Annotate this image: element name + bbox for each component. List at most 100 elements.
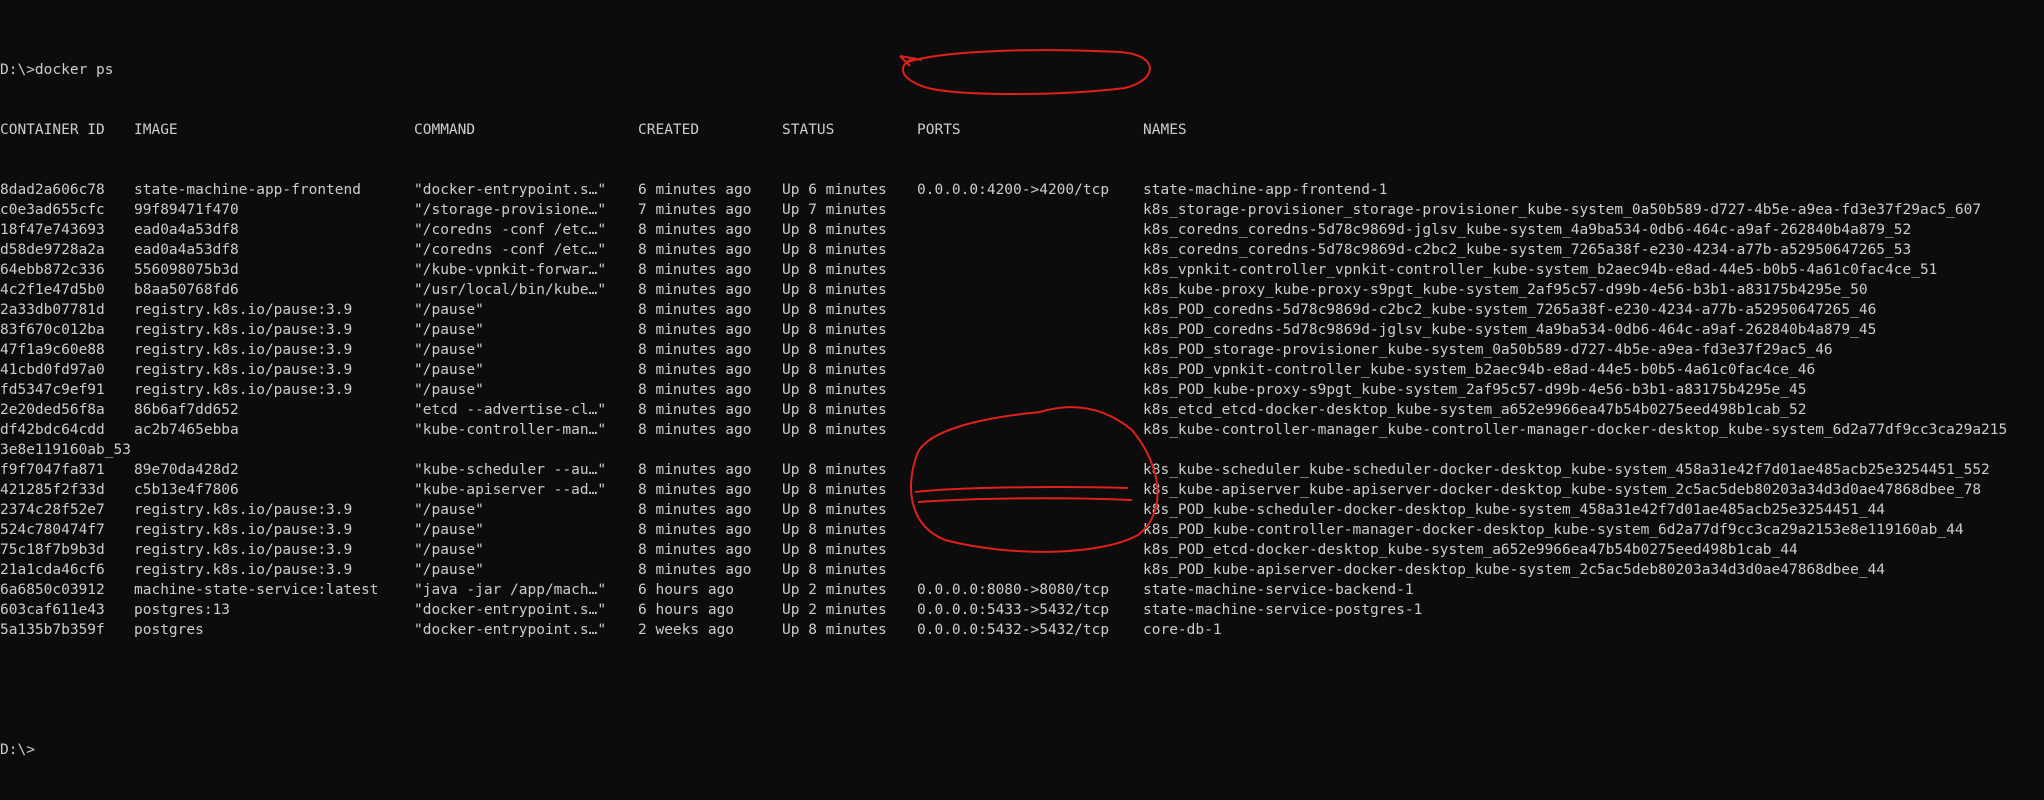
table-row: 75c18f7b9b3d registry.k8s.io/pause:3.9 "/p… (0, 540, 2044, 560)
cell-image: registry.k8s.io/pause:3.9 (134, 562, 353, 578)
cell-command: "etcd --advertise-cl…" (414, 402, 607, 418)
cell-container-id: 2374c28f52e7 (0, 502, 105, 518)
cell-image: registry.k8s.io/pause:3.9 (134, 342, 353, 358)
final-prompt: D:\> (0, 742, 35, 758)
cell-ports: 0.0.0.0:5432->5432/tcp (917, 622, 1110, 638)
cell-status: Up 8 minutes (782, 402, 887, 418)
table-row: fd5347c9ef91 registry.k8s.io/pause:3.9 "/p… (0, 380, 2044, 400)
terminal-window[interactable]: D:\>docker ps CONTAINER ID IMAGE COMMAND… (0, 20, 2044, 780)
cell-created: 8 minutes ago (638, 522, 752, 538)
header-command: COMMAND (414, 122, 476, 138)
prompt-command: D:\>docker ps (0, 62, 114, 78)
table-row: d58de9728a2a ead0a4a53df8 "/coredns -conf … (0, 240, 2044, 260)
cell-status: Up 8 minutes (782, 562, 887, 578)
cell-command: "/coredns -conf /etc…" (414, 222, 607, 238)
cell-created: 6 hours ago (638, 582, 735, 598)
cell-container-id: 603caf611e43 (0, 602, 105, 618)
table-row: df42bdc64cdd ac2b7465ebba "kube-controller… (0, 420, 2044, 440)
cell-command: "docker-entrypoint.s…" (414, 182, 607, 198)
cell-container-id: 4c2f1e47d5b0 (0, 282, 105, 298)
cell-names: k8s_POD_coredns-5d78c9869d-c2bc2_kube-sy… (1143, 302, 1877, 318)
cell-status: Up 7 minutes (782, 202, 887, 218)
cell-command: "/pause" (414, 302, 484, 318)
table-row: f9f7047fa871 89e70da428d2 "kube-scheduler … (0, 460, 2044, 480)
cell-image: registry.k8s.io/pause:3.9 (134, 542, 353, 558)
cell-image: postgres:13 (134, 602, 231, 618)
cell-container-id: f9f7047fa871 (0, 462, 105, 478)
cell-ports: 0.0.0.0:8080->8080/tcp (917, 582, 1110, 598)
cell-image: machine-state-service:latest (134, 582, 379, 598)
cell-command: "/pause" (414, 522, 484, 538)
cell-names: state-machine-service-postgres-1 (1143, 602, 1423, 618)
cell-status: Up 8 minutes (782, 302, 887, 318)
cell-command: "java -jar /app/mach…" (414, 582, 607, 598)
cell-status: Up 8 minutes (782, 362, 887, 378)
cell-names: k8s_POD_coredns-5d78c9869d-jglsv_kube-sy… (1143, 322, 1877, 338)
cell-status: Up 8 minutes (782, 382, 887, 398)
cell-created: 8 minutes ago (638, 462, 752, 478)
table-row: 18f47e743693 ead0a4a53df8 "/coredns -conf … (0, 220, 2044, 240)
cell-created: 8 minutes ago (638, 262, 752, 278)
cell-image: 99f89471f470 (134, 202, 239, 218)
wrapped-line: 3e8e119160ab_53 (0, 440, 2044, 460)
cell-status: Up 8 minutes (782, 262, 887, 278)
cell-command: "/pause" (414, 322, 484, 338)
cell-created: 8 minutes ago (638, 302, 752, 318)
cell-names: k8s_etcd_etcd-docker-desktop_kube-system… (1143, 402, 1807, 418)
cell-image: state-machine-app-frontend (134, 182, 361, 198)
cell-container-id: d58de9728a2a (0, 242, 105, 258)
cell-container-id: 421285f2f33d (0, 482, 105, 498)
cell-names: k8s_coredns_coredns-5d78c9869d-c2bc2_kub… (1143, 242, 1912, 258)
cell-command: "kube-scheduler --au…" (414, 462, 607, 478)
cell-image: 556098075b3d (134, 262, 239, 278)
cell-container-id: 47f1a9c60e88 (0, 342, 105, 358)
header-names: NAMES (1143, 122, 1187, 138)
cell-command: "/pause" (414, 362, 484, 378)
cell-status: Up 8 minutes (782, 282, 887, 298)
cell-status: Up 8 minutes (782, 342, 887, 358)
prompt-line[interactable]: D:\> (0, 740, 2044, 760)
command-line: D:\>docker ps (0, 60, 2044, 80)
cell-command: "/pause" (414, 502, 484, 518)
cell-command: "/pause" (414, 342, 484, 358)
cell-container-id: 21a1cda46cf6 (0, 562, 105, 578)
cell-status: Up 8 minutes (782, 462, 887, 478)
cell-names: k8s_vpnkit-controller_vpnkit-controller_… (1143, 262, 1938, 278)
cell-container-id: 75c18f7b9b3d (0, 542, 105, 558)
cell-created: 7 minutes ago (638, 202, 752, 218)
table-row: 6a6850c03912 machine-state-service:latest… (0, 580, 2044, 600)
header-image: IMAGE (134, 122, 178, 138)
cell-image: ead0a4a53df8 (134, 242, 239, 258)
table-row: 83f670c012ba registry.k8s.io/pause:3.9 "/p… (0, 320, 2044, 340)
cell-created: 8 minutes ago (638, 482, 752, 498)
cell-names: k8s_POD_storage-provisioner_kube-system_… (1143, 342, 1833, 358)
cell-status: Up 8 minutes (782, 242, 887, 258)
cell-image: registry.k8s.io/pause:3.9 (134, 302, 353, 318)
cell-image: registry.k8s.io/pause:3.9 (134, 522, 353, 538)
cell-container-id: 524c780474f7 (0, 522, 105, 538)
cell-status: Up 2 minutes (782, 582, 887, 598)
cell-command: "/pause" (414, 542, 484, 558)
cell-container-id: 6a6850c03912 (0, 582, 105, 598)
cell-created: 8 minutes ago (638, 562, 752, 578)
table-row: 603caf611e43 postgres:13 "docker-entrypoin… (0, 600, 2044, 620)
cell-image: registry.k8s.io/pause:3.9 (134, 322, 353, 338)
cell-container-id: 2a33db07781d (0, 302, 105, 318)
cell-container-id: 2e20ded56f8a (0, 402, 105, 418)
cell-names: k8s_kube-proxy_kube-proxy-s9pgt_kube-sys… (1143, 282, 1868, 298)
table-row: 47f1a9c60e88 registry.k8s.io/pause:3.9 "/p… (0, 340, 2044, 360)
cell-status: Up 8 minutes (782, 502, 887, 518)
cell-names: k8s_kube-apiserver_kube-apiserver-docker… (1143, 482, 1982, 498)
table-row: 5a135b7b359f postgres "docker-entrypoint.s… (0, 620, 2044, 640)
cell-created: 8 minutes ago (638, 222, 752, 238)
cell-command: "/coredns -conf /etc…" (414, 242, 607, 258)
cell-container-id: 5a135b7b359f (0, 622, 105, 638)
cell-created: 8 minutes ago (638, 402, 752, 418)
cell-container-id: 41cbd0fd97a0 (0, 362, 105, 378)
table-row: 2a33db07781d registry.k8s.io/pause:3.9 "/p… (0, 300, 2044, 320)
cell-created: 8 minutes ago (638, 502, 752, 518)
table-row: 64ebb872c336 556098075b3d "/kube-vpnkit-fo… (0, 260, 2044, 280)
cell-names: k8s_kube-scheduler_kube-scheduler-docker… (1143, 462, 1990, 478)
cell-names: state-machine-app-frontend-1 (1143, 182, 1388, 198)
